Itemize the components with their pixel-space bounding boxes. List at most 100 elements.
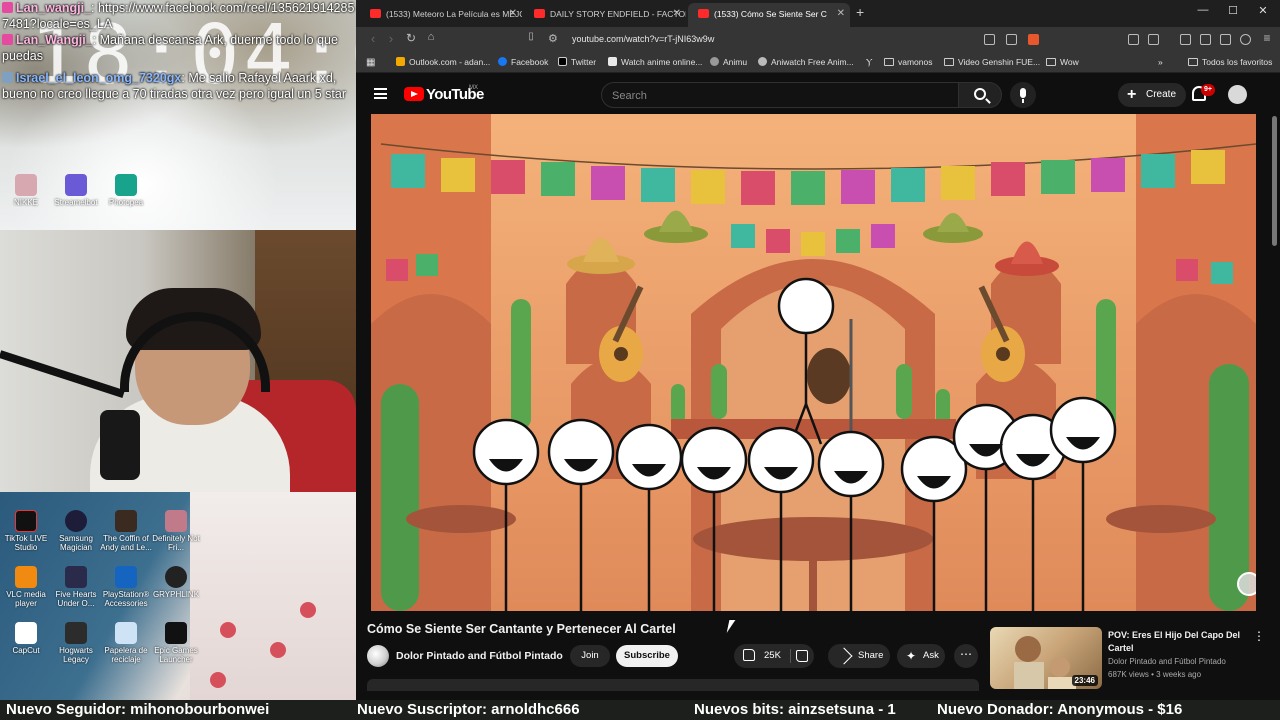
tiktok-icon	[15, 510, 37, 532]
tab-meteoro[interactable]: (1533) Meteoro La Película es MEJOR ✕	[360, 3, 522, 27]
all-favorites[interactable]: Todos los favoritos	[1188, 57, 1272, 67]
description-box[interactable]	[367, 679, 979, 691]
scrollbar[interactable]	[1272, 116, 1277, 246]
bookmark-anime[interactable]: Watch anime online...	[608, 57, 702, 67]
search-icon	[974, 88, 986, 100]
home-icon[interactable]: ⌂	[422, 31, 440, 43]
brave-shield-icon[interactable]	[1028, 34, 1039, 45]
desktop-icon[interactable]: Definitely Not Fri...	[150, 510, 202, 552]
tab-daily-story[interactable]: DAILY STORY ENDFIELD - FACTORY M ✕	[524, 3, 686, 27]
bookmark-folder-wow[interactable]: Wow	[1046, 57, 1079, 67]
streamerbot-icon	[65, 174, 87, 196]
recommended-video[interactable]: 23:46 POV: Eres El Hijo Del Capo Del Car…	[990, 627, 1272, 691]
account-avatar[interactable]	[1228, 85, 1247, 104]
share-icon	[835, 647, 853, 665]
desktop-icon[interactable]: TikTok LIVE Studio	[0, 510, 52, 552]
leo-icon[interactable]	[1220, 34, 1231, 45]
divider	[790, 649, 791, 663]
extensions-icon[interactable]	[1128, 34, 1139, 45]
maximize-button[interactable]: ☐	[1218, 4, 1248, 17]
reload-icon[interactable]: ↻	[402, 31, 420, 45]
like-button[interactable]: 25K	[734, 644, 788, 668]
tab-current-video[interactable]: (1533) Cómo Se Siente Ser C ✕	[688, 3, 850, 27]
voice-search-icon[interactable]	[1010, 82, 1036, 108]
bookmark-aniwatch[interactable]: Aniwatch Free Anim...	[758, 57, 854, 67]
ticker-subscriber: Nuevo Suscriptor: arnoldhc666	[357, 701, 580, 718]
sidebar-icon[interactable]	[1200, 34, 1211, 45]
video-player[interactable]	[371, 114, 1256, 611]
apps-grid-icon[interactable]: ▦	[366, 57, 375, 68]
plus-icon: +	[1127, 86, 1137, 103]
bookmark-twitter[interactable]: Twitter	[558, 57, 596, 67]
close-button[interactable]: ✕	[1248, 4, 1278, 17]
aniwatch-icon	[758, 57, 767, 66]
bookmark-animu[interactable]: Animu	[710, 57, 747, 67]
menu-icon[interactable]: ≡	[1258, 31, 1276, 45]
browser-window: (1533) Meteoro La Película es MEJOR ✕ DA…	[356, 0, 1280, 700]
join-button[interactable]: Join	[570, 645, 610, 667]
desktop-icon[interactable]: VLC media player	[0, 566, 52, 608]
share-page-icon[interactable]	[1006, 34, 1017, 45]
microphone-icon	[100, 410, 140, 480]
desktop-icon[interactable]: CapCut	[0, 622, 52, 655]
recommended-channel[interactable]: Dolor Pintado and Fútbol Pintado	[1108, 657, 1226, 666]
chat-message: Lan_wangji_: https://www.facebook.com/re…	[2, 1, 355, 31]
search-button[interactable]	[958, 82, 1002, 108]
more-actions-icon[interactable]: ⋯	[954, 644, 978, 668]
folder-icon	[1046, 58, 1056, 66]
bookmark-facebook[interactable]: Facebook	[498, 57, 548, 67]
desktop-icon-streamelbot[interactable]: Streamelbot	[50, 174, 102, 207]
recommended-thumbnail[interactable]: 23:46	[990, 627, 1102, 689]
music-icon[interactable]	[1180, 34, 1191, 45]
youtube-favicon-icon	[698, 9, 709, 18]
desktop-icon-photopea[interactable]: Photopea	[100, 174, 152, 207]
ask-button[interactable]: ✦ Ask	[897, 644, 945, 668]
create-button[interactable]: + Create	[1118, 83, 1186, 107]
tab-close-icon[interactable]: ✕	[509, 3, 517, 25]
dislike-button[interactable]	[792, 644, 814, 668]
desktop-icon[interactable]: Papelera de reciclaje	[100, 622, 152, 664]
bookmark-outlook[interactable]: Outlook.com - adan...	[396, 57, 490, 67]
desktop-icon[interactable]: Five Hearts Under O...	[50, 566, 102, 608]
recommended-title[interactable]: POV: Eres El Hijo Del Capo Del Cartel	[1108, 629, 1248, 655]
kebab-menu-icon[interactable]: ⋮	[1253, 629, 1265, 643]
minimize-button[interactable]: —	[1188, 4, 1218, 16]
desktop-icon[interactable]: The Coffin of Andy and Le...	[100, 510, 152, 552]
bookmarks-overflow-icon[interactable]: »	[1158, 57, 1163, 67]
yt-icon[interactable]: Ⲩ	[866, 57, 872, 68]
vpn-icon[interactable]	[1240, 34, 1251, 45]
url-field[interactable]: ⚙ youtube.com/watch?v=rT-jNI63w9w	[516, 30, 1036, 50]
tab-close-icon[interactable]: ✕	[837, 3, 845, 25]
folder-icon	[884, 58, 894, 66]
game-icon	[115, 510, 137, 532]
desktop-icon[interactable]: Epic Games Launcher	[150, 622, 202, 664]
site-info-icon[interactable]: ⚙	[548, 32, 558, 45]
new-tab-icon[interactable]: +	[856, 4, 864, 20]
screen: 18:04:05 Lan_wangji_: https://www.facebo…	[0, 0, 1280, 720]
channel-avatar[interactable]	[367, 645, 389, 667]
bookmark-folder-genshin[interactable]: Video Genshin FUE...	[944, 57, 1040, 67]
back-icon[interactable]: ‹	[364, 31, 382, 46]
wallet-icon[interactable]	[1148, 34, 1159, 45]
flower-decoration	[220, 622, 236, 638]
search-input[interactable]	[612, 87, 942, 104]
bookmark-folder-vamonos[interactable]: vamonos	[884, 57, 933, 67]
desktop-icon[interactable]: Hogwarts Legacy	[50, 622, 102, 664]
game-icon	[165, 510, 187, 532]
channel-name[interactable]: Dolor Pintado and Fútbol Pintado	[396, 650, 563, 662]
share-button[interactable]: Share	[828, 644, 890, 668]
subscribe-button[interactable]: Subscribe	[616, 645, 678, 667]
desktop-icon[interactable]: PlayStation® Accessories	[100, 566, 152, 608]
game-icon	[65, 622, 87, 644]
screen-icon[interactable]	[984, 34, 995, 45]
desktop-icon-nikke[interactable]: NIKKE	[0, 174, 52, 207]
gryphlink-icon	[165, 566, 187, 588]
tab-close-icon[interactable]: ✕	[673, 3, 681, 25]
desktop-icon[interactable]: Samsung Magician	[50, 510, 102, 552]
youtube-logo-icon[interactable]	[404, 87, 424, 101]
search-box	[601, 82, 959, 108]
forward-icon[interactable]: ›	[382, 31, 400, 46]
hamburger-menu-icon[interactable]	[374, 88, 387, 99]
player-settings-icon[interactable]	[1237, 572, 1256, 596]
desktop-icon[interactable]: GRYPHLINK	[150, 566, 202, 599]
